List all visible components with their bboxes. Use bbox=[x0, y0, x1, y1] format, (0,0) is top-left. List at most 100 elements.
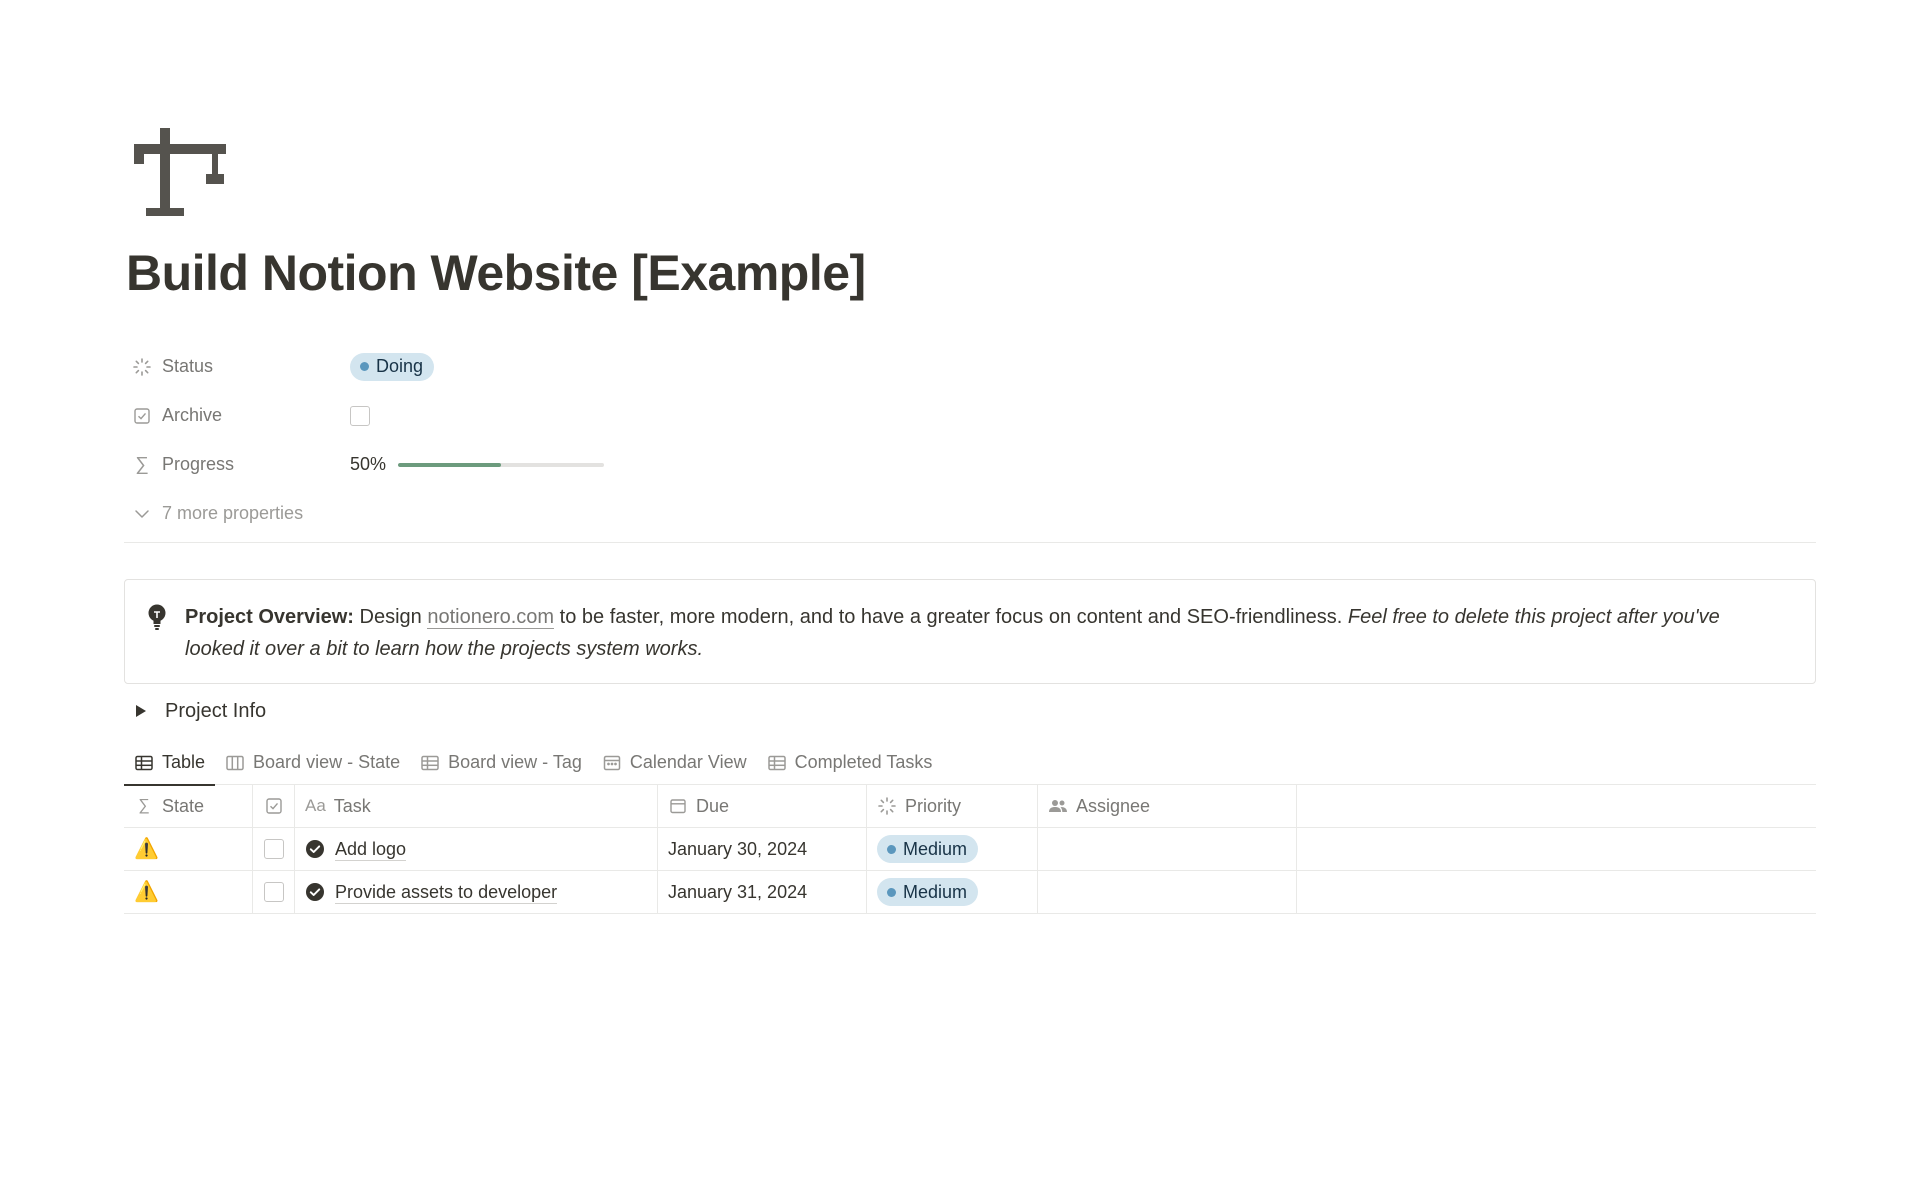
row-empty-cell bbox=[1297, 871, 1816, 913]
status-spinner-icon bbox=[132, 357, 152, 377]
property-archive: Archive bbox=[124, 391, 924, 440]
callout-post-link: to be faster, more modern, and to have a… bbox=[554, 606, 1348, 628]
property-status-value[interactable]: Doing bbox=[350, 352, 435, 381]
row-priority-cell[interactable]: Medium bbox=[867, 871, 1038, 913]
priority-dot bbox=[887, 887, 896, 897]
column-header-task[interactable]: Aa Task bbox=[295, 785, 658, 827]
crane-icon[interactable] bbox=[132, 128, 228, 216]
warning-icon: ⚠️ bbox=[134, 838, 159, 860]
property-progress-name[interactable]: ∑ Progress bbox=[124, 454, 350, 475]
property-status-name[interactable]: Status bbox=[124, 356, 350, 377]
people-icon bbox=[1048, 796, 1068, 816]
table-row[interactable]: ⚠️ Provide assets to developer January 3… bbox=[124, 871, 1816, 914]
row-done-cell bbox=[253, 871, 295, 913]
column-header-label: Priority bbox=[905, 795, 962, 816]
tab-label: Table bbox=[162, 752, 206, 772]
divider bbox=[124, 542, 1816, 543]
page-title[interactable]: Build Notion Website [Example] bbox=[126, 244, 866, 302]
table-header-row: ∑ State Aa Task Due Priority Assignee bbox=[124, 785, 1816, 828]
tab-label: Board view - State bbox=[253, 752, 401, 772]
row-priority-cell[interactable]: Medium bbox=[867, 828, 1038, 870]
row-assignee-cell[interactable] bbox=[1038, 871, 1297, 913]
tab-label: Completed Tasks bbox=[794, 752, 933, 772]
row-state-cell[interactable]: ⚠️ bbox=[124, 871, 253, 913]
more-properties-toggle[interactable]: 7 more properties bbox=[124, 489, 924, 538]
column-header-label: Task bbox=[333, 795, 371, 816]
property-label: Archive bbox=[162, 405, 223, 425]
status-dot bbox=[360, 362, 369, 371]
row-empty-cell bbox=[1297, 828, 1816, 870]
priority-badge: Medium bbox=[877, 835, 979, 863]
row-task-cell[interactable]: Add logo bbox=[295, 828, 658, 870]
progress-percent: 50% bbox=[350, 454, 387, 474]
sigma-icon: ∑ bbox=[138, 797, 150, 814]
priority-label: Medium bbox=[903, 881, 968, 902]
table-icon bbox=[420, 753, 440, 773]
task-name-link[interactable]: Provide assets to developer bbox=[335, 881, 558, 904]
table-icon bbox=[134, 753, 154, 773]
text-type-icon: Aa bbox=[305, 796, 326, 815]
property-progress: ∑ Progress 50% bbox=[124, 440, 924, 489]
column-header-label: Due bbox=[696, 795, 730, 816]
status-badge[interactable]: Doing bbox=[350, 352, 435, 381]
task-done-checkbox[interactable] bbox=[263, 882, 284, 902]
board-icon bbox=[225, 753, 245, 773]
tab-board-view-state[interactable]: Board view - State bbox=[215, 740, 410, 785]
table-row[interactable]: ⚠️ Add logo January 30, 2024 Medium bbox=[124, 828, 1816, 871]
column-header-label: Assignee bbox=[1076, 795, 1151, 816]
row-state-cell[interactable]: ⚠️ bbox=[124, 828, 253, 870]
row-task-cell[interactable]: Provide assets to developer bbox=[295, 871, 658, 913]
column-header-priority[interactable]: Priority bbox=[867, 785, 1038, 827]
tasks-table: ∑ State Aa Task Due Priority Assignee ⚠️… bbox=[124, 785, 1816, 914]
calendar-icon bbox=[602, 753, 622, 773]
property-archive-name[interactable]: Archive bbox=[124, 405, 350, 426]
tab-completed-tasks[interactable]: Completed Tasks bbox=[757, 740, 943, 785]
column-header-empty bbox=[1297, 785, 1816, 827]
row-due-cell[interactable]: January 31, 2024 bbox=[658, 871, 867, 913]
project-info-label: Project Info bbox=[165, 699, 267, 722]
status-badge-label: Doing bbox=[376, 356, 424, 376]
chevron-down-icon bbox=[132, 504, 152, 524]
task-done-checkbox[interactable] bbox=[263, 839, 284, 859]
progress-bar bbox=[398, 462, 605, 467]
check-circle-icon bbox=[305, 882, 325, 902]
calendar-icon bbox=[668, 796, 688, 816]
properties-panel: Status Doing Archive ∑ Progress 50% 7 mo… bbox=[124, 342, 924, 538]
project-info-toggle[interactable]: Project Info bbox=[134, 696, 266, 726]
property-archive-value bbox=[350, 405, 370, 426]
more-properties-label: 7 more properties bbox=[162, 503, 304, 523]
property-label: Status bbox=[162, 356, 214, 376]
row-assignee-cell[interactable] bbox=[1038, 828, 1297, 870]
tab-calendar-view[interactable]: Calendar View bbox=[592, 740, 757, 785]
checkbox-icon bbox=[265, 797, 283, 815]
column-header-done[interactable] bbox=[253, 785, 295, 827]
row-due-cell[interactable]: January 30, 2024 bbox=[658, 828, 867, 870]
archive-checkbox[interactable] bbox=[350, 405, 370, 426]
callout-link[interactable]: notionero.com bbox=[427, 606, 555, 629]
view-tabs: Table Board view - State Board view - Ta… bbox=[124, 740, 1816, 786]
toggle-triangle-icon[interactable] bbox=[136, 705, 146, 717]
property-progress-value[interactable]: 50% bbox=[350, 454, 605, 475]
column-header-due[interactable]: Due bbox=[658, 785, 867, 827]
checkbox-icon bbox=[132, 406, 152, 426]
more-properties-row: 7 more properties bbox=[124, 503, 303, 524]
priority-dot bbox=[887, 844, 896, 854]
row-done-cell bbox=[253, 828, 295, 870]
tab-board-view-tag[interactable]: Board view - Tag bbox=[410, 740, 592, 785]
task-name-link[interactable]: Add logo bbox=[335, 838, 407, 861]
tab-table[interactable]: Table bbox=[124, 740, 216, 786]
column-header-assignee[interactable]: Assignee bbox=[1038, 785, 1297, 827]
tab-label: Board view - Tag bbox=[448, 752, 582, 772]
property-status: Status Doing bbox=[124, 342, 924, 391]
column-header-label: State bbox=[162, 795, 205, 816]
status-spinner-icon bbox=[877, 796, 897, 816]
priority-badge: Medium bbox=[877, 878, 979, 906]
priority-label: Medium bbox=[903, 838, 968, 859]
callout-block[interactable]: Project Overview: Design notionero.com t… bbox=[124, 579, 1816, 684]
callout-text: Project Overview: Design notionero.com t… bbox=[185, 606, 1720, 660]
property-label: Progress bbox=[162, 454, 235, 474]
lightbulb-icon bbox=[147, 604, 167, 630]
sigma-icon: ∑ bbox=[135, 453, 149, 475]
check-circle-icon bbox=[305, 839, 325, 859]
column-header-state[interactable]: ∑ State bbox=[124, 785, 253, 827]
